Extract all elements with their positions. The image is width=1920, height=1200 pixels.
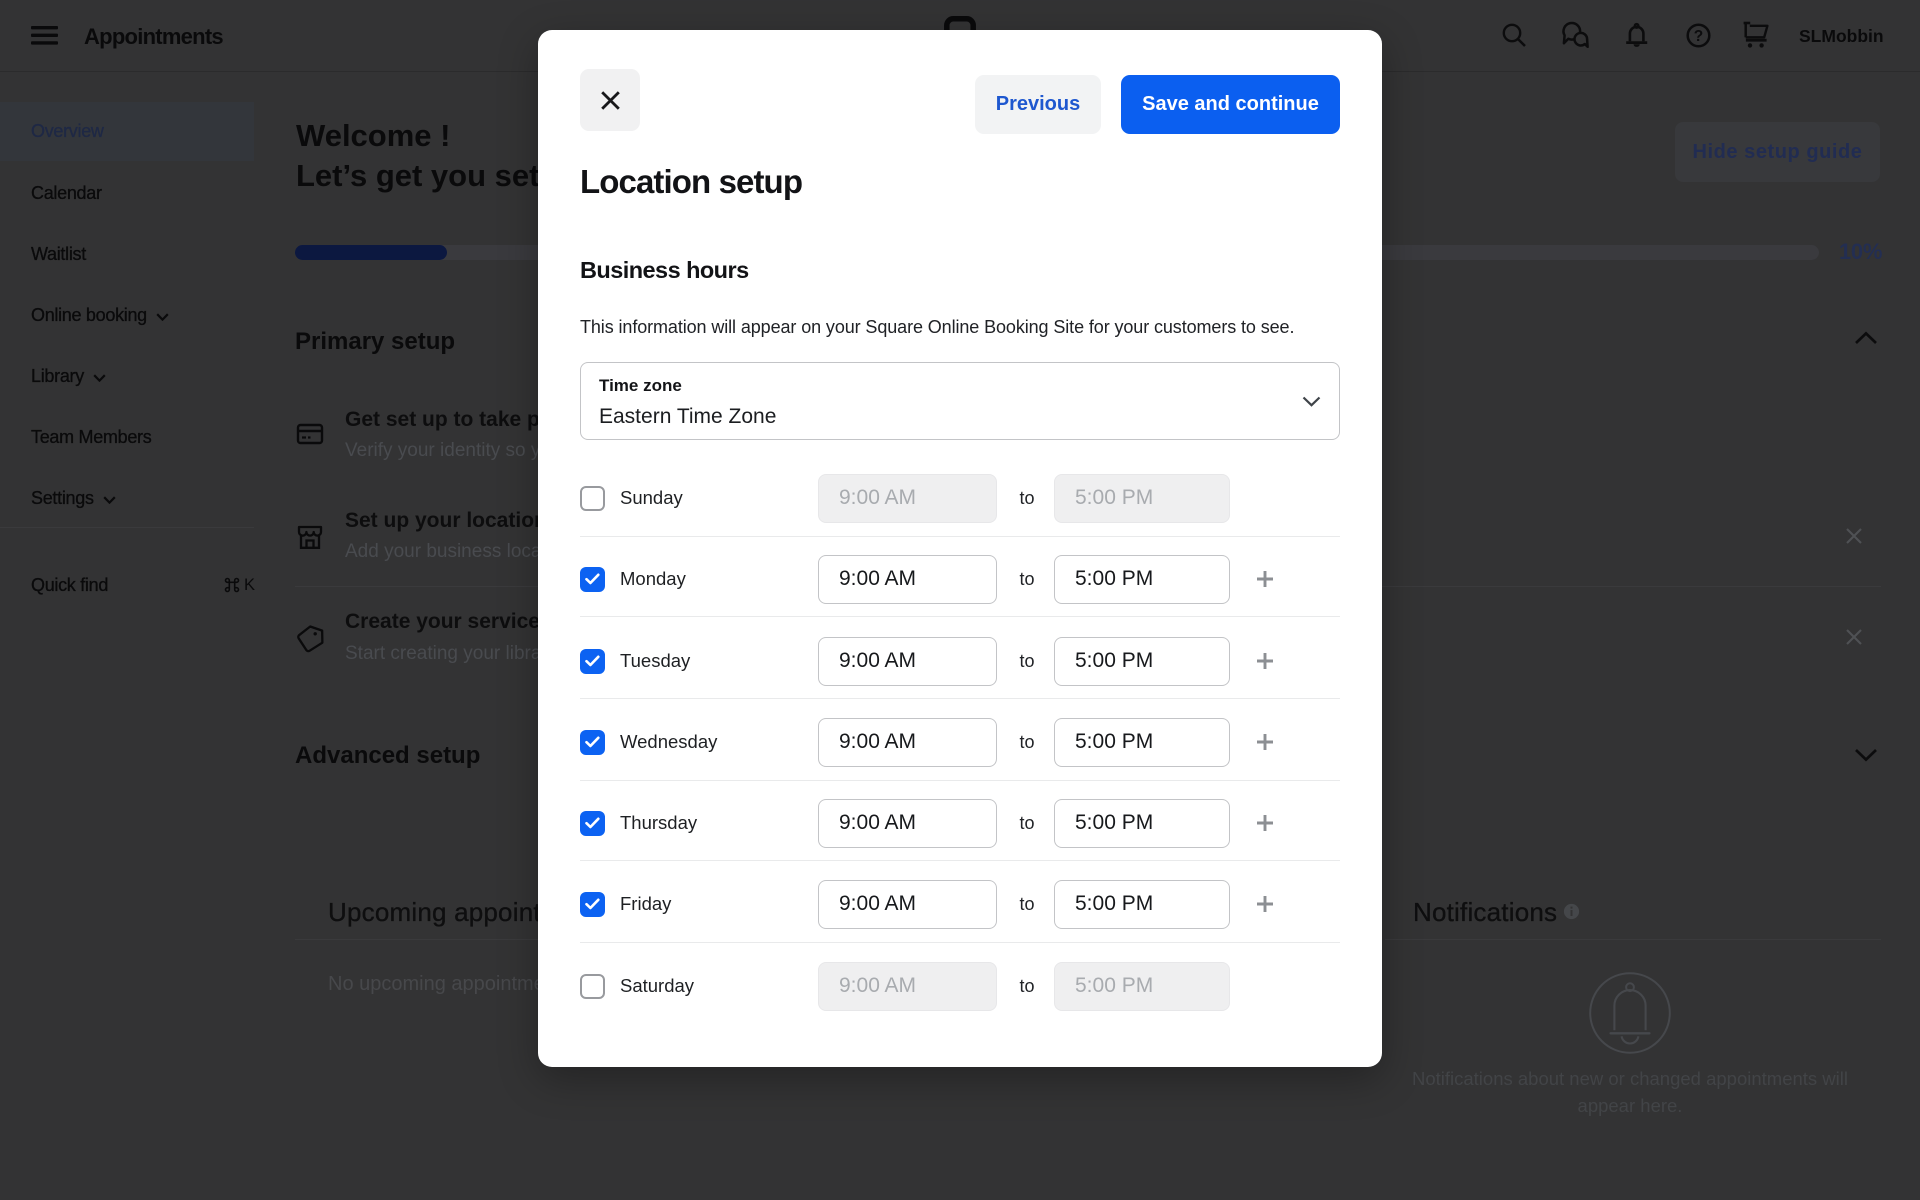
svg-text:?: ? (1694, 28, 1703, 45)
